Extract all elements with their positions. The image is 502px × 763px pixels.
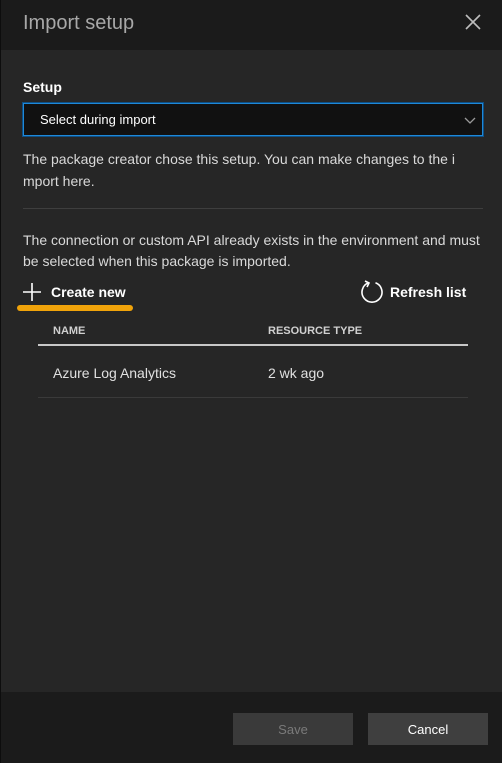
create-new-button[interactable]: Create new: [21, 280, 126, 304]
setup-dropdown[interactable]: Select during import: [23, 103, 483, 136]
plus-icon: [23, 283, 41, 301]
table-header: NAME RESOURCE TYPE: [38, 319, 468, 346]
panel-footer: Save Cancel: [1, 692, 502, 763]
setup-description: The package creator chose this setup. Yo…: [23, 151, 455, 189]
column-header-resource-type[interactable]: RESOURCE TYPE: [268, 325, 362, 337]
setup-dropdown-value: Select during import: [40, 112, 156, 127]
refresh-list-button[interactable]: Refresh list: [360, 279, 466, 305]
section-divider: [23, 208, 483, 209]
import-setup-panel: Import setup Setup Select during import …: [0, 0, 502, 763]
highlight-underline: [17, 305, 133, 311]
row-name: Azure Log Analytics: [53, 365, 176, 381]
table-row[interactable]: Azure Log Analytics 2 wk ago: [38, 348, 468, 398]
setup-label: Setup: [23, 79, 62, 95]
connection-description: The connection or custom API already exi…: [23, 232, 480, 269]
panel-title: Import setup: [23, 12, 135, 34]
refresh-icon: [361, 280, 383, 303]
cancel-button[interactable]: Cancel: [368, 713, 488, 745]
save-button[interactable]: Save: [233, 713, 353, 745]
row-resource-type: 2 wk ago: [268, 365, 325, 381]
panel-header: Import setup: [1, 0, 502, 50]
column-header-name[interactable]: NAME: [53, 325, 85, 337]
close-icon[interactable]: [461, 10, 485, 34]
create-new-label: Create new: [51, 284, 126, 300]
chevron-down-icon: [464, 117, 476, 124]
refresh-list-label: Refresh list: [390, 284, 467, 300]
